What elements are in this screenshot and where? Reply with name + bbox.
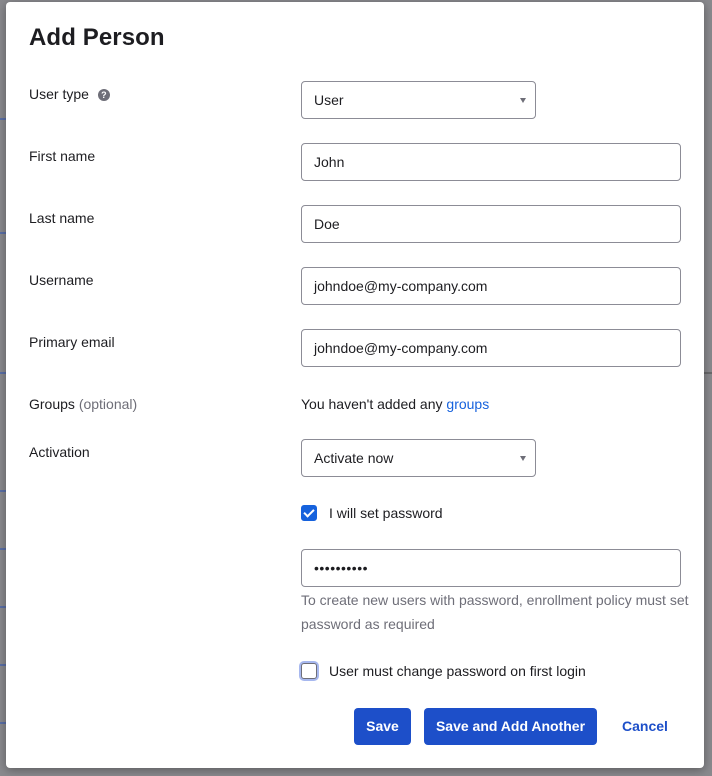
first-name-value: John [314,154,345,170]
user-type-label: User type? [29,84,110,104]
set-password-label[interactable]: I will set password [329,503,443,523]
groups-label: Groups (optional) [29,394,137,414]
must-change-password-checkbox[interactable] [301,663,317,679]
password-value: •••••••••• [314,560,369,576]
groups-label-text: Groups [29,396,75,412]
optional-tag: (optional) [78,396,138,412]
last-name-label: Last name [29,210,95,226]
activation-select[interactable]: Activate now [301,439,536,477]
password-hint: To create new users with password, enrol… [301,592,689,632]
set-password-checkbox[interactable] [301,505,317,521]
save-button[interactable]: Save [354,708,411,745]
password-field[interactable]: •••••••••• [301,549,681,587]
question-circle-icon[interactable]: ? [97,89,110,101]
activation-label: Activation [29,444,90,460]
first-name-label: First name [29,148,96,164]
last-name-value: Doe [314,216,340,232]
username-value: johndoe@my-company.com [314,278,488,294]
dialog-title: Add Person [29,24,165,51]
save-and-add-another-button[interactable]: Save and Add Another [424,708,597,745]
user-type-value: User [314,92,344,108]
first-name-field[interactable]: John [301,143,681,181]
cancel-button[interactable]: Cancel [614,708,676,745]
groups-empty-message: You haven't added any groups [301,394,489,414]
background-divider [704,372,712,374]
last-name-field[interactable]: Doe [301,205,681,243]
groups-link[interactable]: groups [446,396,489,412]
user-type-label-text: User type [29,86,89,102]
chevron-down-icon [520,456,526,461]
must-change-password-label[interactable]: User must change password on first login [329,661,586,681]
chevron-down-icon [520,98,526,103]
primary-email-value: johndoe@my-company.com [314,340,488,356]
username-label: Username [29,272,94,288]
activation-value: Activate now [314,450,394,466]
groups-empty-text: You haven't added any [301,396,443,412]
add-person-dialog: Add Person User type? User First name Jo… [6,2,704,768]
username-field[interactable]: johndoe@my-company.com [301,267,681,305]
primary-email-field[interactable]: johndoe@my-company.com [301,329,681,367]
user-type-select[interactable]: User [301,81,536,119]
primary-email-label: Primary email [29,334,115,350]
